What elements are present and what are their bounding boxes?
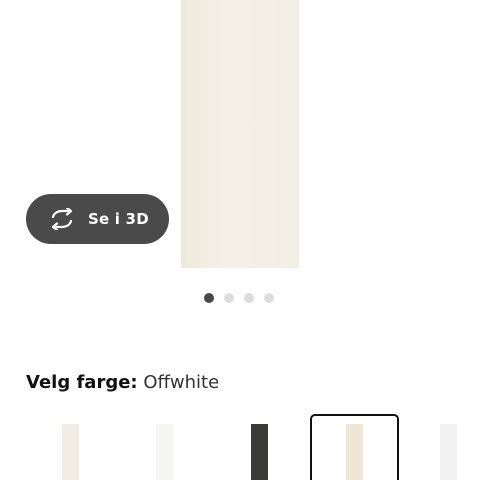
- color-swatch-5[interactable]: [425, 414, 480, 480]
- color-swatch-2[interactable]: [140, 414, 200, 480]
- carousel-dot-1[interactable]: [204, 293, 214, 303]
- selected-color-value: Offwhite: [143, 372, 220, 393]
- product-image[interactable]: [181, 0, 299, 268]
- swatch-door-image: [346, 424, 363, 480]
- swatch-door-image: [62, 424, 79, 480]
- color-swatch-1[interactable]: [44, 414, 104, 480]
- product-page: Se i 3D Velg farge: Offwhite: [0, 0, 480, 480]
- swatch-door-image: [440, 424, 457, 480]
- color-swatch-4-selected[interactable]: [310, 414, 399, 480]
- color-picker-label: Velg farge:: [26, 372, 138, 393]
- color-picker-heading: Velg farge: Offwhite: [26, 372, 219, 393]
- rotate-3d-icon: [51, 208, 73, 230]
- view-in-3d-label: Se i 3D: [88, 210, 149, 228]
- carousel-pagination: [204, 293, 274, 303]
- carousel-dot-3[interactable]: [244, 293, 254, 303]
- carousel-dot-2[interactable]: [224, 293, 234, 303]
- swatch-door-image: [156, 424, 173, 480]
- color-swatch-3[interactable]: [232, 414, 292, 480]
- view-in-3d-button[interactable]: Se i 3D: [26, 194, 169, 244]
- carousel-dot-4[interactable]: [264, 293, 274, 303]
- swatch-door-image: [251, 424, 268, 480]
